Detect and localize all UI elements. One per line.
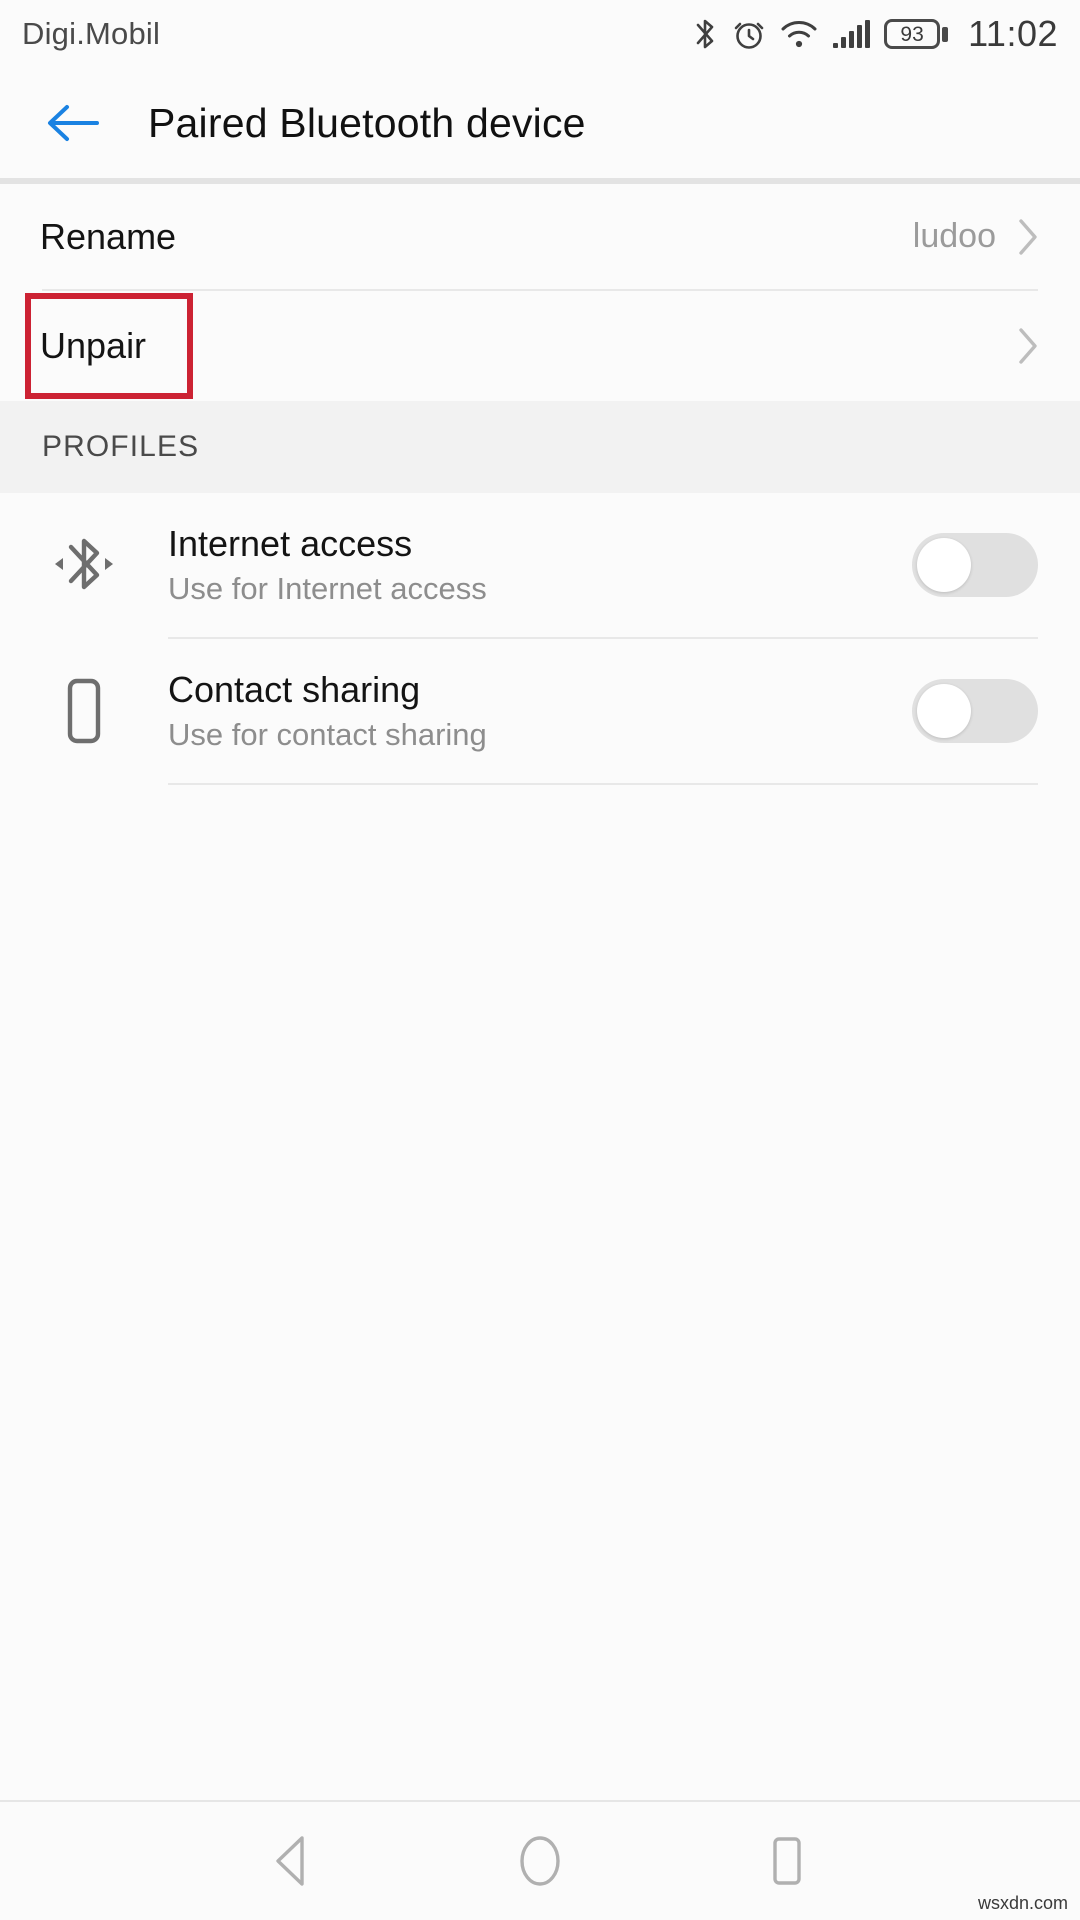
contact-sharing-toggle[interactable] bbox=[912, 679, 1038, 743]
nav-recents-icon[interactable] bbox=[732, 1816, 842, 1906]
rename-row[interactable]: Rename ludoo bbox=[0, 184, 1080, 289]
rename-label: Rename bbox=[40, 215, 177, 257]
profile-text-group: Contact sharing Use for contact sharing bbox=[168, 671, 487, 751]
battery-percent-label: 93 bbox=[900, 22, 924, 46]
profile-title: Internet access bbox=[168, 522, 413, 564]
nav-home-icon[interactable] bbox=[485, 1816, 595, 1906]
profile-row-contact-sharing[interactable]: Contact sharing Use for contact sharing bbox=[0, 639, 1080, 783]
profiles-header-label: PROFILES bbox=[42, 430, 200, 463]
internet-access-toggle[interactable] bbox=[912, 533, 1038, 597]
profiles-section-header: PROFILES bbox=[0, 401, 1080, 493]
status-icons: 93 11:02 bbox=[692, 13, 1058, 55]
empty-space bbox=[0, 785, 1080, 1800]
content-area: Rename ludoo Unpair PROFILES Internet ac… bbox=[0, 184, 1080, 1800]
clock-label: 11:02 bbox=[968, 13, 1058, 54]
profile-title: Contact sharing bbox=[168, 668, 421, 710]
nav-back-icon[interactable] bbox=[238, 1816, 348, 1906]
navigation-bar: wsxdn.com bbox=[0, 1802, 1080, 1920]
page-title: Paired Bluetooth device bbox=[148, 99, 586, 146]
carrier-label: Digi.Mobil bbox=[22, 16, 161, 51]
unpair-label: Unpair bbox=[40, 325, 147, 366]
profile-row-internet-access[interactable]: Internet access Use for Internet access bbox=[0, 493, 1080, 637]
profile-subtitle: Use for contact sharing bbox=[168, 716, 487, 752]
toggle-knob bbox=[917, 684, 971, 738]
status-bar: Digi.Mobil 93 11:02 bbox=[0, 0, 1080, 68]
rename-value: ludoo bbox=[912, 217, 996, 255]
battery-icon: 93 bbox=[884, 19, 949, 49]
wifi-icon bbox=[780, 19, 818, 49]
bluetooth-tethering-icon bbox=[0, 525, 168, 605]
profile-subtitle: Use for Internet access bbox=[168, 570, 487, 606]
toggle-knob bbox=[917, 538, 971, 592]
watermark-label: wsxdn.com bbox=[977, 1893, 1068, 1913]
alarm-icon bbox=[732, 17, 766, 51]
title-bar: Paired Bluetooth device bbox=[0, 68, 1080, 178]
signal-icon bbox=[832, 19, 871, 49]
phone-screen: Digi.Mobil 93 11:02 Paired Bluetooth dev… bbox=[0, 0, 1080, 1920]
chevron-right-icon bbox=[1016, 326, 1040, 366]
unpair-row[interactable]: Unpair bbox=[0, 291, 1080, 401]
phone-icon bbox=[0, 671, 168, 751]
bluetooth-icon bbox=[692, 16, 718, 52]
profile-text-group: Internet access Use for Internet access bbox=[168, 525, 487, 605]
back-arrow-icon[interactable] bbox=[44, 94, 102, 152]
chevron-right-icon bbox=[1016, 217, 1040, 257]
